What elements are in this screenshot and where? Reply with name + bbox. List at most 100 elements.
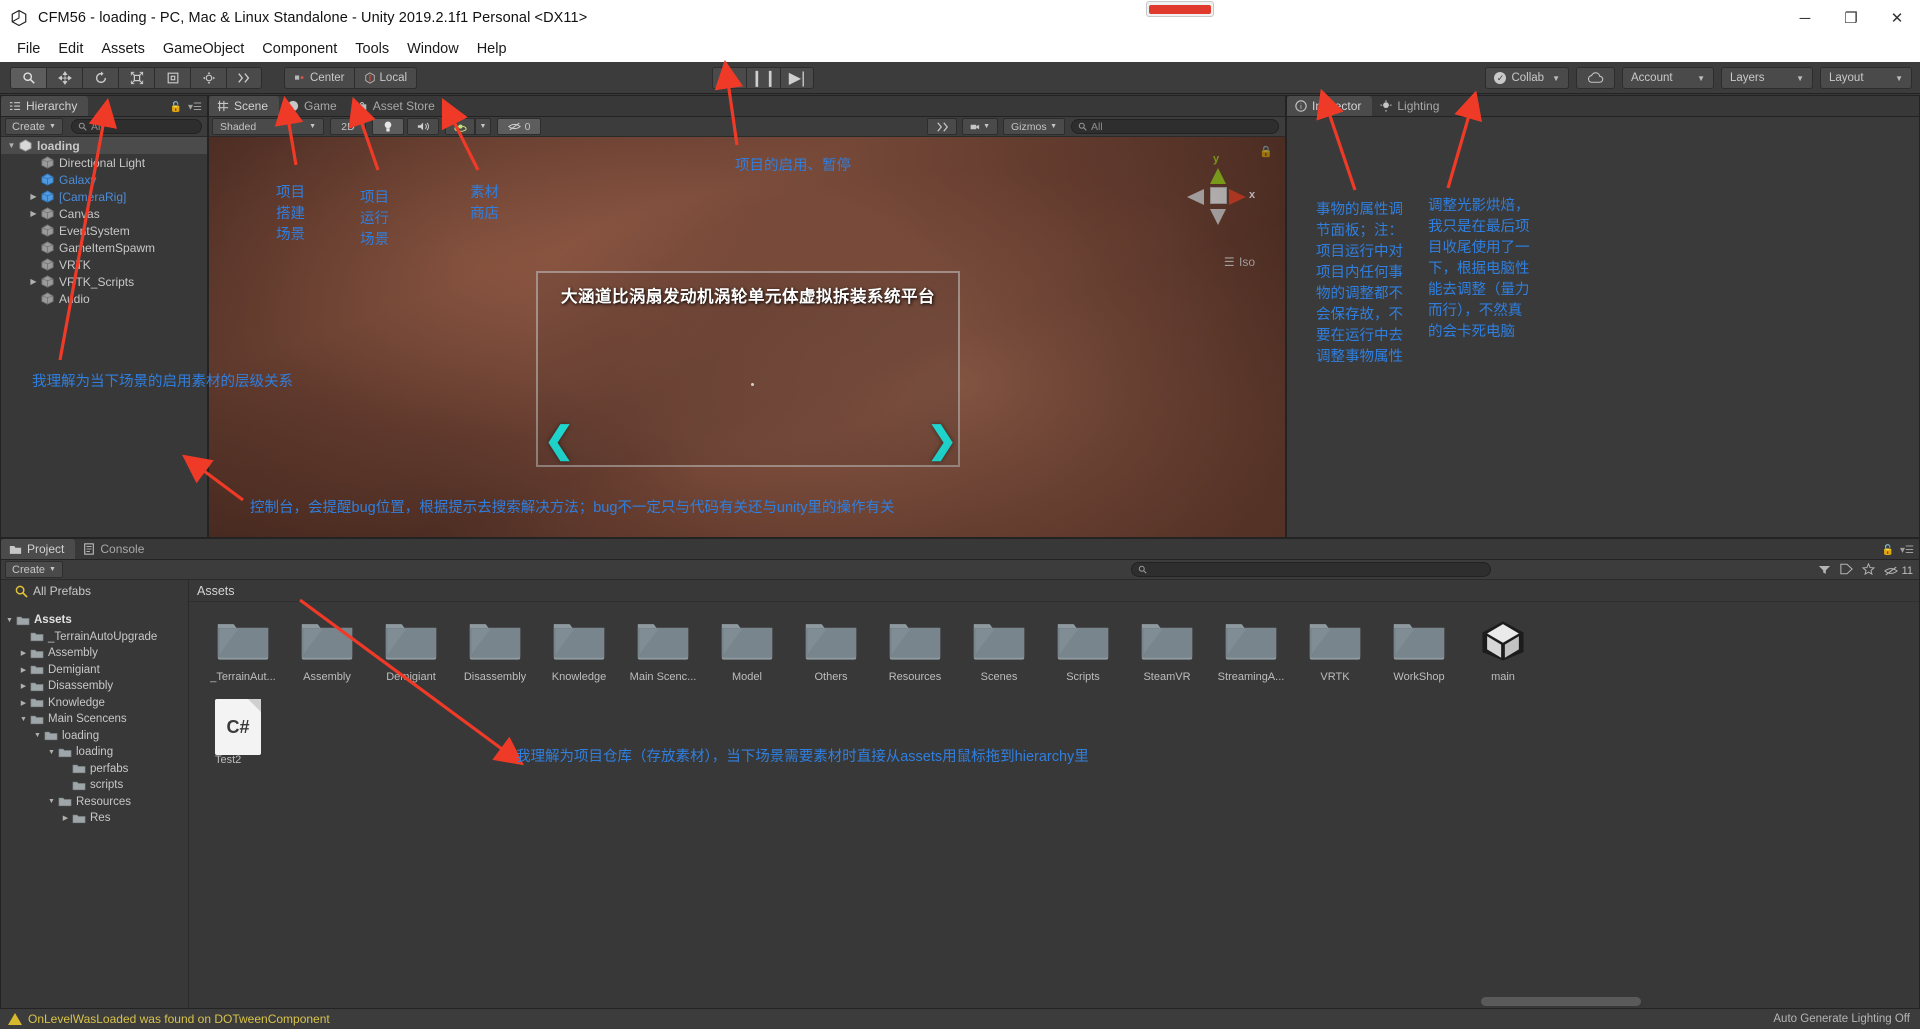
disclosure-arrow-icon[interactable]: ▼: [45, 798, 58, 805]
project-tree-item-assembly[interactable]: ▶ Assembly: [1, 645, 188, 662]
asset-item-assembly[interactable]: Assembly: [285, 616, 369, 683]
pause-button[interactable]: ❙❙: [746, 67, 780, 89]
project-tree-item-assets[interactable]: ▼ Assets: [1, 612, 188, 629]
hierarchy-item-eventsystem[interactable]: EventSystem: [1, 222, 207, 239]
tab-scene[interactable]: Scene: [209, 96, 280, 116]
disclosure-arrow-icon[interactable]: ▶: [17, 699, 30, 707]
asset-item-disassembly[interactable]: Disassembly: [453, 616, 537, 683]
asset-item-demigiant[interactable]: Demigiant: [369, 616, 453, 683]
menu-tools[interactable]: Tools: [346, 39, 398, 59]
menu-edit[interactable]: Edit: [49, 39, 92, 59]
disclosure-arrow-icon[interactable]: ▼: [17, 716, 30, 723]
disclosure-arrow-icon[interactable]: ▶: [27, 192, 40, 201]
scene-audio-toggle[interactable]: [407, 118, 439, 135]
nav-next-arrow[interactable]: ❯: [927, 419, 957, 461]
asset-item-model[interactable]: Model: [705, 616, 789, 683]
scene-fx-toggle[interactable]: [445, 118, 475, 135]
play-button[interactable]: ▶: [712, 67, 746, 89]
hierarchy-list[interactable]: ▼ loading Directional Light Galaxy ▶ [CameraR…: [1, 137, 207, 537]
status-message[interactable]: OnLevelWasLoaded was found on DOTweenCom…: [8, 1012, 330, 1026]
disclosure-arrow-icon[interactable]: ▶: [27, 277, 40, 286]
disclosure-arrow-icon[interactable]: ▶: [59, 814, 72, 822]
tab-inspector[interactable]: i Inspector: [1287, 96, 1373, 116]
menu-component[interactable]: Component: [253, 39, 346, 59]
scene-lock-icon[interactable]: 🔒: [1259, 145, 1273, 158]
scene-search-input[interactable]: All: [1071, 119, 1279, 134]
shading-mode-dropdown[interactable]: Shaded ▼: [212, 118, 324, 135]
hierarchy-search-input[interactable]: All: [70, 119, 202, 134]
disclosure-arrow-icon[interactable]: ▶: [17, 649, 30, 657]
tab-console[interactable]: Console: [75, 539, 155, 559]
tab-hierarchy[interactable]: Hierarchy: [1, 96, 89, 116]
scene-projection-mode[interactable]: ☰ Iso: [1224, 255, 1255, 269]
project-horizontal-scrollbar[interactable]: [191, 997, 1915, 1006]
tab-lighting[interactable]: Lighting: [1372, 96, 1450, 116]
asset-item-vrtk[interactable]: VRTK: [1293, 616, 1377, 683]
project-create-button[interactable]: Create ▼: [5, 561, 63, 578]
project-tree-item-scripts[interactable]: scripts: [1, 777, 188, 794]
panel-menu-icon[interactable]: ▾☰: [188, 102, 202, 113]
gizmo-axis-y-positive[interactable]: [1210, 168, 1226, 184]
move-tool-button[interactable]: [46, 66, 82, 89]
rect-tool-button[interactable]: [154, 66, 190, 89]
layers-button[interactable]: Layers ▼: [1721, 67, 1813, 89]
asset-item-main-scenc[interactable]: Main Scenc...: [621, 616, 705, 683]
disclosure-arrow-icon[interactable]: ▼: [31, 732, 44, 739]
2d-toggle-button[interactable]: 2D: [330, 118, 366, 135]
maximize-button[interactable]: ❐: [1828, 0, 1874, 36]
disclosure-arrow-icon[interactable]: ▶: [27, 209, 40, 218]
disclosure-arrow-icon[interactable]: ▶: [17, 666, 30, 674]
asset-item-scenes[interactable]: Scenes: [957, 616, 1041, 683]
scene-settings-button[interactable]: [927, 118, 957, 135]
scene-hidden-objects[interactable]: 0: [497, 118, 541, 135]
asset-item-main[interactable]: main: [1461, 616, 1545, 683]
hierarchy-item-camerarig[interactable]: ▶ [CameraRig]: [1, 188, 207, 205]
scene-gizmos-dropdown[interactable]: Gizmos ▼: [1003, 118, 1065, 135]
menu-assets[interactable]: Assets: [92, 39, 154, 59]
favorite-star-icon[interactable]: [1861, 562, 1875, 578]
close-button[interactable]: ✕: [1874, 0, 1920, 36]
project-tree-item-loading[interactable]: ▼ loading: [1, 728, 188, 745]
account-button[interactable]: Account ▼: [1622, 67, 1714, 89]
hierarchy-item-vrtk-scripts[interactable]: ▶ VRTK_Scripts: [1, 273, 207, 290]
hierarchy-item-galaxy[interactable]: Galaxy: [1, 171, 207, 188]
project-tree-item-knowledge[interactable]: ▶ Knowledge: [1, 695, 188, 712]
tab-game[interactable]: Game: [279, 96, 348, 116]
cloud-button[interactable]: [1576, 67, 1615, 89]
project-tree-item-main-scencens[interactable]: ▼ Main Scencens: [1, 711, 188, 728]
project-tree-item-terrainautoupgrade[interactable]: _TerrainAutoUpgrade: [1, 629, 188, 646]
asset-item-scripts[interactable]: Scripts: [1041, 616, 1125, 683]
gizmo-axis-x-positive[interactable]: [1229, 189, 1246, 205]
space-mode-button[interactable]: Local: [353, 66, 418, 89]
gizmo-center-cube[interactable]: [1210, 187, 1227, 204]
hierarchy-item-loading[interactable]: ▼ loading: [1, 137, 207, 154]
project-tree-item-perfabs[interactable]: perfabs: [1, 761, 188, 778]
project-tree-item-loading[interactable]: ▼ loading: [1, 744, 188, 761]
asset-item-test2[interactable]: C# Test2: [201, 699, 285, 766]
project-tree-item-demigiant[interactable]: ▶ Demigiant: [1, 662, 188, 679]
tab-project[interactable]: Project: [1, 539, 76, 559]
project-tree-item-disassembly[interactable]: ▶ Disassembly: [1, 678, 188, 695]
asset-item-workshop[interactable]: WorkShop: [1377, 616, 1461, 683]
asset-item-steamvr[interactable]: SteamVR: [1125, 616, 1209, 683]
project-tree-item-res[interactable]: ▶ Res: [1, 810, 188, 827]
hand-tool-button[interactable]: [10, 66, 46, 89]
disclosure-arrow-icon[interactable]: ▼: [3, 617, 16, 624]
disclosure-arrow-icon[interactable]: ▶: [17, 682, 30, 690]
layout-button[interactable]: Layout ▼: [1820, 67, 1912, 89]
asset-item-streaminga[interactable]: StreamingA...: [1209, 616, 1293, 683]
tab-asset-store[interactable]: Asset Store: [348, 96, 446, 116]
menu-gameobject[interactable]: GameObject: [154, 39, 253, 59]
filter-type-icon[interactable]: [1818, 564, 1831, 578]
gizmo-axis-x-negative[interactable]: [1187, 189, 1204, 205]
step-button[interactable]: ▶|: [780, 67, 814, 89]
project-search-input[interactable]: [1131, 562, 1491, 577]
project-content[interactable]: Assets _TerrainAut... Assembly Demigiant Di…: [189, 580, 1919, 1008]
scale-tool-button[interactable]: [118, 66, 154, 89]
menu-help[interactable]: Help: [468, 39, 516, 59]
hierarchy-item-directional-light[interactable]: Directional Light: [1, 154, 207, 171]
scene-lighting-toggle[interactable]: [372, 118, 404, 135]
asset-item-others[interactable]: Others: [789, 616, 873, 683]
asset-item-knowledge[interactable]: Knowledge: [537, 616, 621, 683]
lock-icon[interactable]: 🔓: [170, 102, 182, 113]
